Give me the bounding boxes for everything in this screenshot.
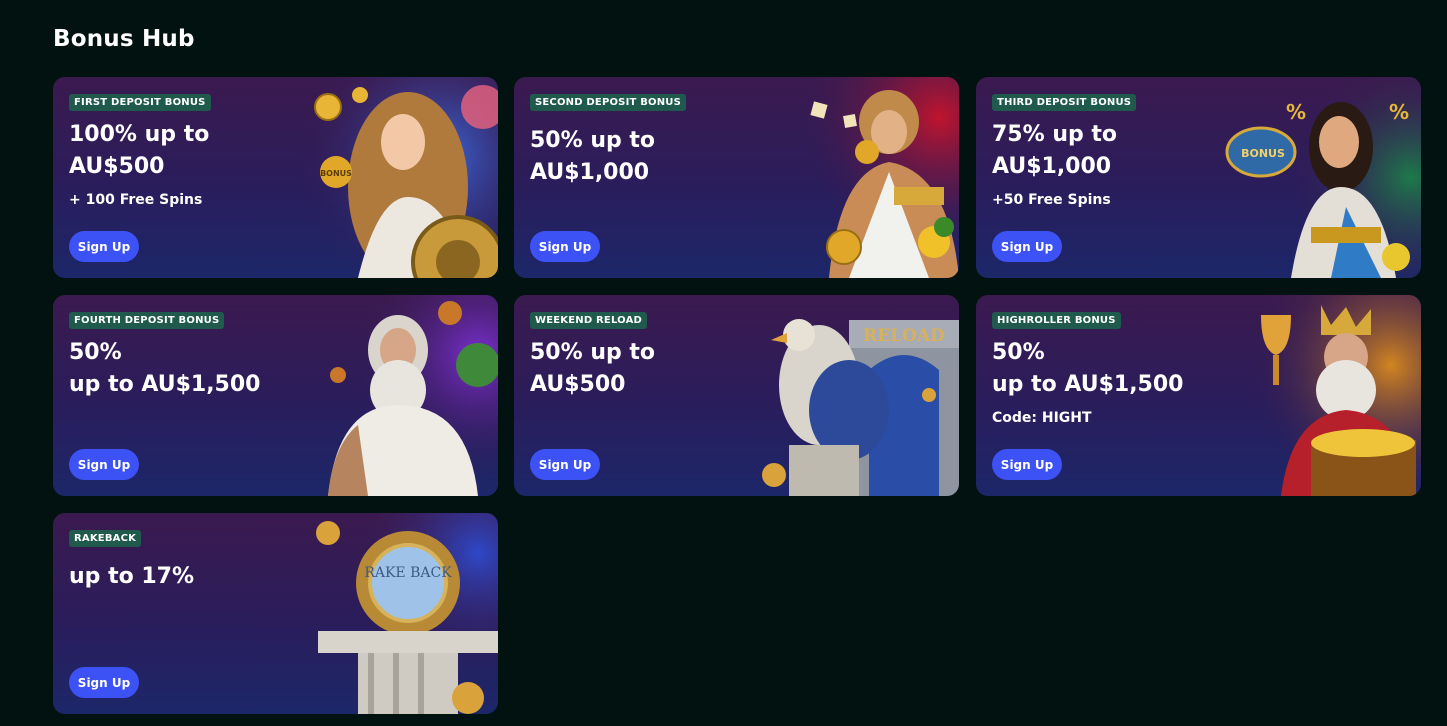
card-badge: HIGHROLLER BONUS <box>992 312 1121 329</box>
sign-up-button[interactable]: Sign Up <box>69 231 139 262</box>
eagle-reload-illustration: RELOAD <box>759 295 959 496</box>
card-badge: THIRD DEPOSIT BONUS <box>992 94 1137 111</box>
sign-up-button[interactable]: Sign Up <box>530 231 600 262</box>
card-headline: up to 17% <box>69 564 195 589</box>
zeus-dice-illustration <box>759 77 959 278</box>
bonus-fan-label: BONUS <box>1241 147 1285 160</box>
card-subline: +50 Free Spins <box>992 192 1111 208</box>
card-headline: 75% up to AU$1,000 <box>992 122 1118 179</box>
bonus-card-first-deposit[interactable]: BONUS FIRST DEPOSIT BONUS 100% up to AU$… <box>53 77 498 278</box>
card-headline: 50% up to AU$1,500 <box>69 340 261 397</box>
sign-up-button[interactable]: Sign Up <box>69 449 139 480</box>
bonus-apple-label: BONUS <box>320 169 352 178</box>
king-treasure-illustration <box>1221 295 1421 496</box>
card-badge: RAKEBACK <box>69 530 142 547</box>
sign-up-button[interactable]: Sign Up <box>992 449 1062 480</box>
card-promo-code: Code: HIGHT <box>992 410 1092 426</box>
card-badge: FOURTH DEPOSIT BONUS <box>69 312 225 329</box>
bonus-card-rakeback[interactable]: RAKE BACK RAKEBACK up to 17% Sign Up <box>53 513 498 714</box>
svg-text:%: % <box>1286 100 1306 124</box>
card-headline: 50% up to AU$1,500 <box>992 340 1184 397</box>
rakeback-sign-label: RAKE BACK <box>364 565 452 581</box>
card-headline: 100% up to AU$500 <box>69 122 210 179</box>
sign-up-button[interactable]: Sign Up <box>69 667 139 698</box>
card-badge: SECOND DEPOSIT BONUS <box>530 94 687 111</box>
page-title: Bonus Hub <box>53 26 195 52</box>
svg-text:%: % <box>1389 100 1409 124</box>
card-badge: FIRST DEPOSIT BONUS <box>69 94 211 111</box>
bonus-card-highroller[interactable]: HIGHROLLER BONUS 50% up to AU$1,500 Code… <box>976 295 1421 496</box>
card-badge: WEEKEND RELOAD <box>530 312 648 329</box>
bonus-card-third-deposit[interactable]: BONUS % % THIRD DEPOSIT BONUS 75% up to … <box>976 77 1421 278</box>
card-subline: + 100 Free Spins <box>69 192 203 208</box>
goddess-fan-illustration: BONUS % % <box>1221 77 1421 278</box>
sign-up-button[interactable]: Sign Up <box>992 231 1062 262</box>
rakeback-pedestal-illustration: RAKE BACK <box>298 513 498 714</box>
bonus-card-second-deposit[interactable]: SECOND DEPOSIT BONUS 50% up to AU$1,000 … <box>514 77 959 278</box>
bonus-card-weekend-reload[interactable]: RELOAD WEEKEND RELOAD 50% up to AU$500 S… <box>514 295 959 496</box>
bonus-card-fourth-deposit[interactable]: FOURTH DEPOSIT BONUS 50% up to AU$1,500 … <box>53 295 498 496</box>
elder-god-illustration <box>298 295 498 496</box>
card-headline: 50% up to AU$500 <box>530 340 656 397</box>
reload-sign-label: RELOAD <box>863 326 945 346</box>
goddess-illustration: BONUS <box>298 77 498 278</box>
sign-up-button[interactable]: Sign Up <box>530 449 600 480</box>
card-headline: 50% up to AU$1,000 <box>530 128 656 185</box>
